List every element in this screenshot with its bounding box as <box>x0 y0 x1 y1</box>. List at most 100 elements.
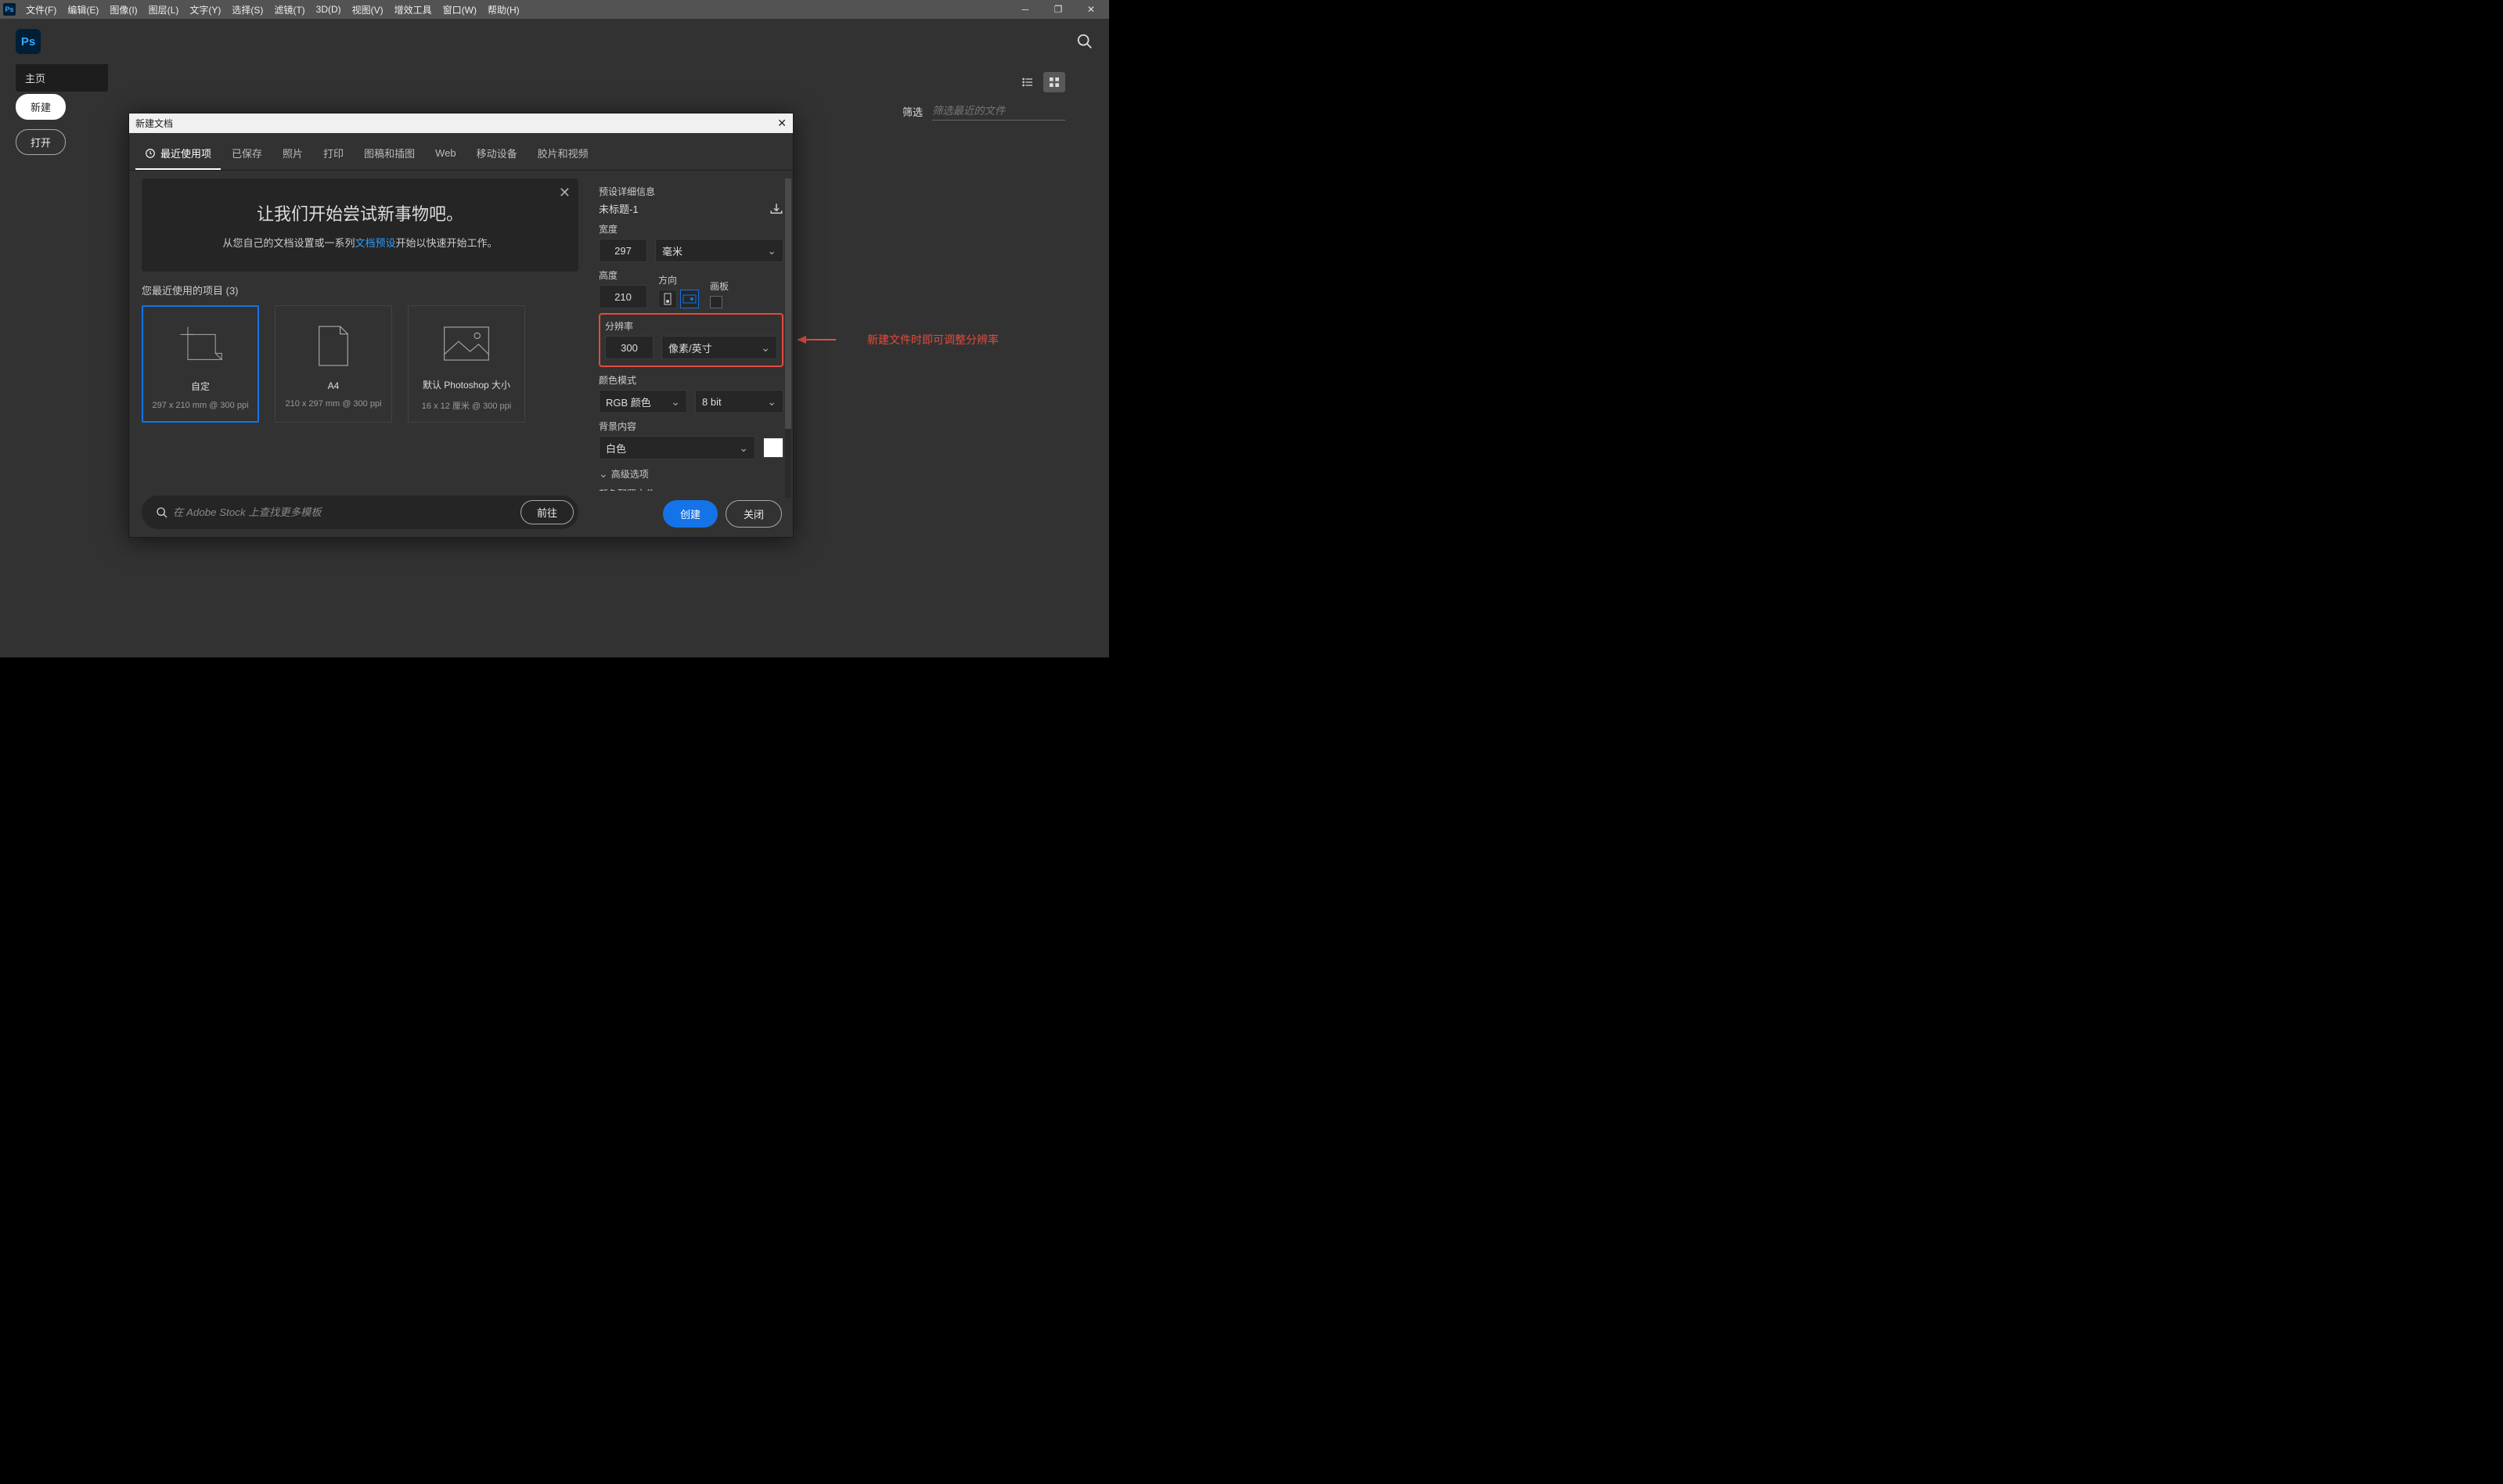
banner-title: 让我们开始尝试新事物吧。 <box>156 200 564 225</box>
a4-doc-icon <box>315 323 352 369</box>
home-tab[interactable]: 主页 <box>16 64 108 92</box>
custom-doc-icon <box>175 322 225 369</box>
tab-mobile[interactable]: 移动设备 <box>467 138 527 170</box>
annotation-arrow-icon <box>797 333 836 346</box>
recent-header: 您最近使用的项目 (3) <box>142 283 578 297</box>
dialog-title: 新建文档 <box>135 117 173 130</box>
preset-name: 自定 <box>191 380 210 393</box>
details-scrollbar-thumb[interactable] <box>785 178 791 429</box>
chevron-down-icon: ⌄ <box>761 341 770 355</box>
menu-window[interactable]: 窗口(W) <box>438 3 482 16</box>
height-label: 高度 <box>599 268 647 282</box>
preset-sub: 210 x 297 mm @ 300 ppi <box>285 399 381 409</box>
clock-icon <box>145 148 156 159</box>
chevron-down-icon: ⌄ <box>767 395 776 409</box>
details-header: 预设详细信息 <box>599 185 783 198</box>
preset-sub: 297 x 210 mm @ 300 ppi <box>152 401 248 410</box>
new-document-dialog: 新建文档 ✕ 最近使用项 已保存 照片 打印 图稿和插图 Web 移动设备 胶片… <box>128 113 794 538</box>
banner: ✕ 让我们开始尝试新事物吧。 从您自己的文档设置或一系列文档预设开始以快速开始工… <box>142 178 578 272</box>
menu-3d[interactable]: 3D(D) <box>311 4 347 15</box>
view-grid-icon[interactable] <box>1043 72 1065 92</box>
header-bar: Ps <box>0 19 1109 64</box>
menu-plugins[interactable]: 增效工具 <box>389 3 438 16</box>
tab-print[interactable]: 打印 <box>314 138 353 170</box>
filter-label: 筛选 <box>902 104 923 119</box>
artboard-label: 画板 <box>710 279 729 293</box>
resolution-input[interactable]: 300 <box>605 336 654 359</box>
advanced-toggle[interactable]: ⌄高级选项 <box>599 467 783 481</box>
width-input[interactable]: 297 <box>599 239 647 262</box>
create-button[interactable]: 创建 <box>663 500 718 528</box>
tab-photo[interactable]: 照片 <box>273 138 312 170</box>
filter-input[interactable] <box>932 102 1065 121</box>
menu-bar: Ps 文件(F) 编辑(E) 图像(I) 图层(L) 文字(Y) 选择(S) 滤… <box>0 0 1109 19</box>
preset-name: 默认 Photoshop 大小 <box>423 378 510 391</box>
bg-color-swatch[interactable] <box>763 438 783 458</box>
stock-search-input[interactable] <box>168 502 520 523</box>
ps-logo-icon: Ps <box>16 29 41 54</box>
menu-layer[interactable]: 图层(L) <box>143 3 185 16</box>
new-button[interactable]: 新建 <box>16 94 66 120</box>
preset-details-panel: 预设详细信息 未标题-1 宽度 297 毫米⌄ 高度 210 <box>591 171 793 537</box>
doc-name-field[interactable]: 未标题-1 <box>599 201 639 216</box>
menu-edit[interactable]: 编辑(E) <box>62 3 104 16</box>
preset-name: A4 <box>328 380 340 391</box>
portrait-icon <box>662 293 673 305</box>
resolution-highlight: 分辨率 300 像素/英寸⌄ <box>599 313 783 367</box>
window-maximize-icon[interactable]: ❐ <box>1042 0 1075 19</box>
orientation-portrait[interactable] <box>658 290 677 308</box>
chevron-down-icon: ⌄ <box>767 244 776 258</box>
artboard-checkbox[interactable] <box>710 296 722 308</box>
stock-search-icon <box>156 506 168 519</box>
tab-saved[interactable]: 已保存 <box>222 138 272 170</box>
open-button[interactable]: 打开 <box>16 129 66 155</box>
window-close-icon[interactable]: ✕ <box>1075 0 1107 19</box>
dialog-close-icon[interactable]: ✕ <box>777 117 787 130</box>
orient-label: 方向 <box>658 273 699 286</box>
tab-film[interactable]: 胶片和视频 <box>528 138 598 170</box>
landscape-icon <box>682 294 697 304</box>
menu-file[interactable]: 文件(F) <box>20 3 62 16</box>
width-label: 宽度 <box>599 222 783 236</box>
banner-link[interactable]: 文档预设 <box>355 237 395 249</box>
preset-default[interactable]: 默认 Photoshop 大小 16 x 12 厘米 @ 300 ppi <box>408 305 525 423</box>
bg-label: 背景内容 <box>599 420 783 433</box>
default-image-icon <box>441 324 492 363</box>
main-area: 主页 新建 打开 筛选 新建文件时即可调整分辨率 新建文档 ✕ 最近使用项 已保… <box>0 64 1109 657</box>
resolution-unit-select[interactable]: 像素/英寸⌄ <box>661 336 777 359</box>
banner-close-icon[interactable]: ✕ <box>559 185 571 201</box>
menu-image[interactable]: 图像(I) <box>104 3 142 16</box>
menu-select[interactable]: 选择(S) <box>226 3 268 16</box>
menu-text[interactable]: 文字(Y) <box>184 3 226 16</box>
resolution-label: 分辨率 <box>605 319 777 333</box>
tab-web[interactable]: Web <box>426 138 466 170</box>
tab-art[interactable]: 图稿和插图 <box>355 138 424 170</box>
app-mini-icon: Ps <box>3 3 16 16</box>
search-icon[interactable] <box>1076 33 1093 50</box>
close-button[interactable]: 关闭 <box>726 500 782 528</box>
tab-recent-label: 最近使用项 <box>160 146 211 160</box>
menu-help[interactable]: 帮助(H) <box>482 3 525 16</box>
chevron-down-icon: ⌄ <box>671 395 680 409</box>
preset-a4[interactable]: A4 210 x 297 mm @ 300 ppi <box>275 305 392 423</box>
banner-text: 从您自己的文档设置或一系列文档预设开始以快速开始工作。 <box>156 235 564 250</box>
bg-select[interactable]: 白色⌄ <box>599 436 755 459</box>
preset-sub: 16 x 12 厘米 @ 300 ppi <box>422 399 512 412</box>
bitdepth-select[interactable]: 8 bit⌄ <box>695 390 783 413</box>
annotation-text: 新建文件时即可调整分辨率 <box>867 332 999 348</box>
orientation-landscape[interactable] <box>680 290 699 308</box>
chevron-down-icon: ⌄ <box>599 467 608 481</box>
preset-custom[interactable]: 自定 297 x 210 mm @ 300 ppi <box>142 305 259 423</box>
window-minimize-icon[interactable]: ─ <box>1009 0 1042 19</box>
save-preset-icon[interactable] <box>769 202 783 216</box>
colormode-select[interactable]: RGB 颜色⌄ <box>599 390 687 413</box>
colormode-label: 颜色模式 <box>599 373 783 387</box>
menu-filter[interactable]: 滤镜(T) <box>268 3 310 16</box>
height-input[interactable]: 210 <box>599 285 647 308</box>
chevron-down-icon: ⌄ <box>739 441 748 455</box>
width-unit-select[interactable]: 毫米⌄ <box>655 239 783 262</box>
go-button[interactable]: 前往 <box>520 500 574 524</box>
menu-view[interactable]: 视图(V) <box>347 3 389 16</box>
tab-recent[interactable]: 最近使用项 <box>135 138 221 170</box>
view-list-icon[interactable] <box>1017 72 1039 92</box>
